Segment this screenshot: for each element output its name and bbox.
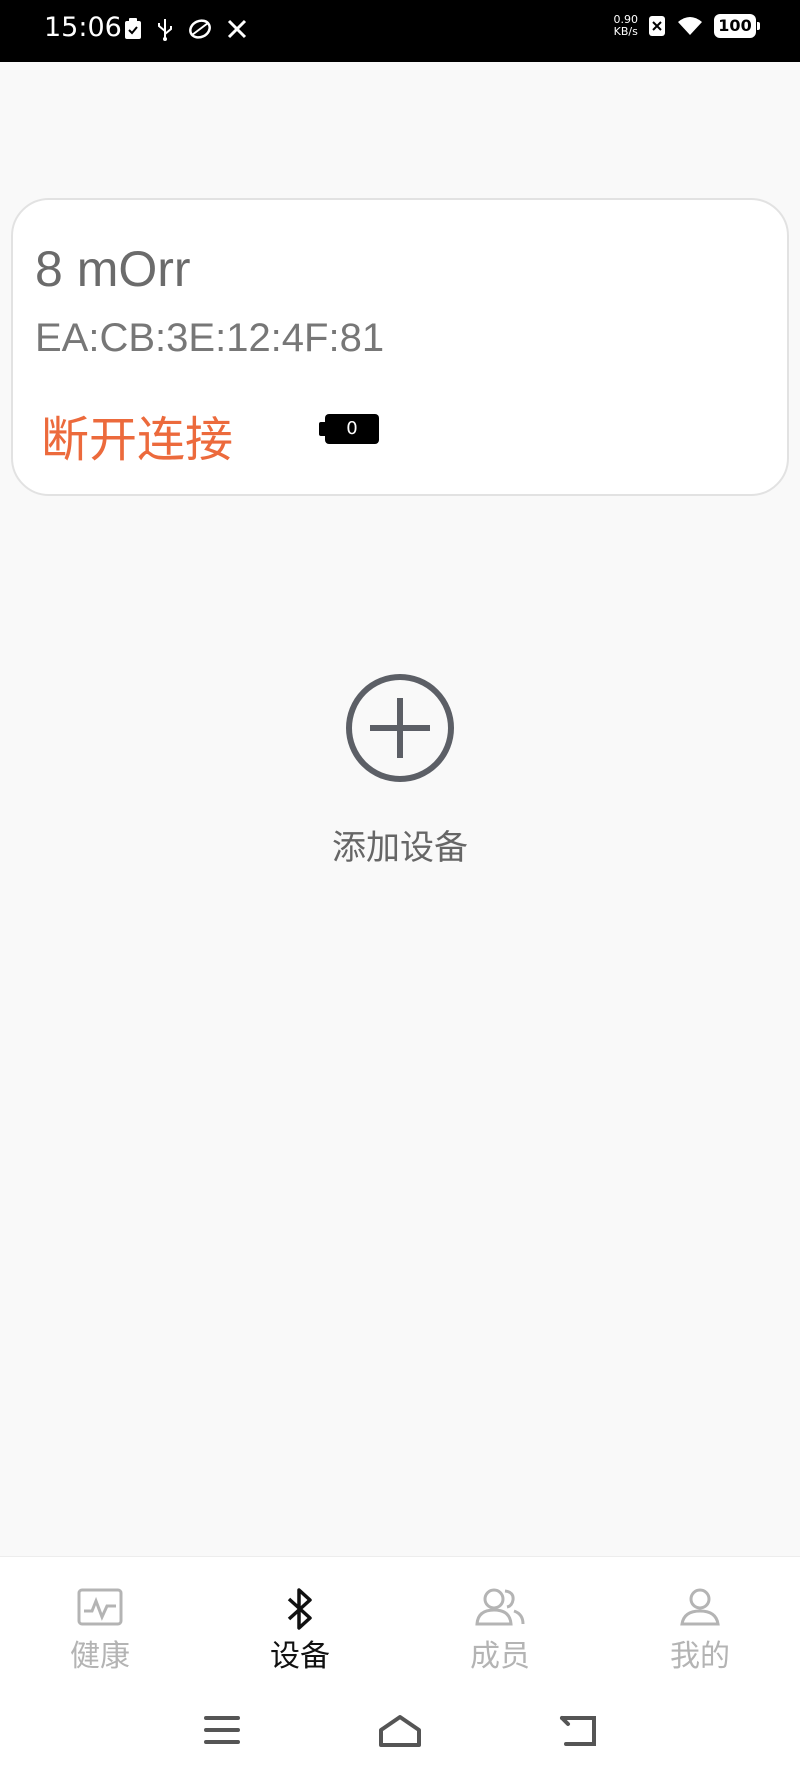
members-icon <box>475 1588 525 1626</box>
tab-health-label: 健康 <box>70 1639 130 1674</box>
plus-circle-icon <box>346 674 454 782</box>
menu-icon[interactable] <box>204 1714 240 1746</box>
tab-profile-label: 我的 <box>670 1639 730 1674</box>
system-nav-bar <box>0 1686 800 1778</box>
network-speed: 0.90 KB/s <box>614 14 639 38</box>
add-device-label: 添加设备 <box>332 828 468 868</box>
back-icon[interactable] <box>558 1714 598 1748</box>
home-icon[interactable] <box>378 1714 422 1748</box>
disconnect-button[interactable]: 断开连接 <box>41 400 233 470</box>
tab-profile[interactable]: 我的 <box>600 1557 800 1686</box>
bottom-tab-bar: 健康 设备 成员 我的 <box>0 1556 800 1686</box>
device-mac-address: EA:CB:3E:12:4F:81 <box>35 316 385 360</box>
battery-icon: 100 <box>714 14 760 38</box>
sync-icon <box>189 19 211 39</box>
status-time: 15:06 <box>44 12 122 43</box>
clipboard-icon <box>125 18 141 39</box>
tools-icon <box>227 19 247 39</box>
tab-devices[interactable]: 设备 <box>200 1557 400 1686</box>
no-sim-icon <box>649 16 665 36</box>
speed-unit: KB/s <box>613 25 638 38</box>
status-right-icons: 0.90 KB/s 100 <box>614 14 760 38</box>
device-card[interactable]: 8 mOrr EA:CB:3E:12:4F:81 断开连接 0 <box>11 198 789 496</box>
tab-health[interactable]: 健康 <box>0 1557 200 1686</box>
device-battery-level: 0 <box>325 414 379 444</box>
health-chart-icon <box>77 1588 123 1626</box>
wifi-icon <box>678 17 702 35</box>
add-device-button[interactable]: 添加设备 <box>300 670 500 870</box>
profile-icon <box>680 1588 720 1626</box>
tab-members-label: 成员 <box>470 1639 530 1674</box>
status-bar: 15:06 0.90 KB/s 100 <box>0 0 800 62</box>
device-name: 8 mOrr <box>35 241 191 297</box>
usb-icon <box>158 19 172 41</box>
tab-members[interactable]: 成员 <box>400 1557 600 1686</box>
bluetooth-icon <box>287 1588 312 1630</box>
tab-devices-label: 设备 <box>270 1639 330 1674</box>
status-left-icons <box>124 17 248 41</box>
device-battery-indicator: 0 <box>319 414 379 444</box>
